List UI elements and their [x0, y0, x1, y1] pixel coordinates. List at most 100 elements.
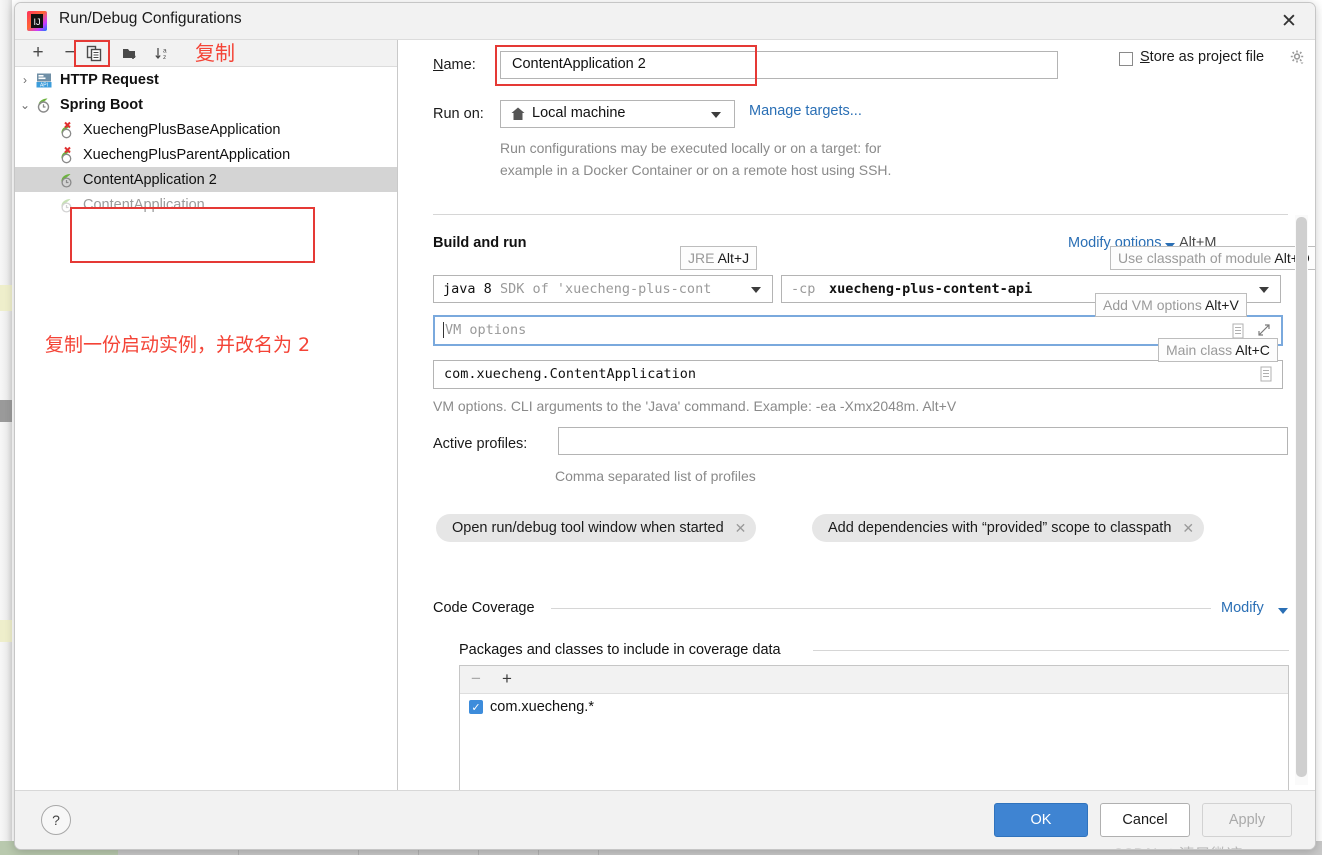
chevron-right-icon[interactable]: ›: [15, 73, 35, 87]
jre-value-sdk: SDK of 'xuecheng-plus-cont: [500, 281, 712, 297]
coverage-package-row[interactable]: ✓ com.xuecheng.*: [460, 694, 1288, 720]
run-on-select[interactable]: Local machine: [500, 100, 735, 128]
chevron-down-icon[interactable]: [1259, 287, 1269, 293]
svg-text:IJ: IJ: [33, 17, 40, 27]
section-divider: [551, 608, 1211, 609]
new-folder-icon[interactable]: [117, 42, 143, 64]
text-caret: [443, 322, 444, 338]
add-package-button[interactable]: +: [502, 669, 512, 689]
coverage-packages-box: − + ✓ com.xuecheng.*: [459, 665, 1289, 792]
store-as-project-file-label: Store as project file: [1140, 49, 1265, 65]
spring-boot-dim-icon: [58, 196, 80, 214]
active-profiles-label: Active profiles:: [433, 436, 528, 452]
close-icon[interactable]: ✕: [1269, 7, 1309, 35]
packages-section-title: Packages and classes to include in cover…: [459, 642, 781, 658]
tree-item-label: XuechengPlusBaseApplication: [83, 121, 281, 138]
tree-item-spring-boot[interactable]: ⌄ Spring Boot: [15, 92, 397, 117]
jre-tooltip: JRE Alt+J: [680, 246, 758, 270]
copy-button-annotation-box: [74, 40, 110, 67]
editor-scrollbar-thumb[interactable]: [1296, 217, 1307, 777]
tree-item-label: Spring Boot: [60, 96, 143, 113]
vm-tooltip-text: Add VM options: [1103, 297, 1205, 313]
browse-class-icon[interactable]: [1259, 366, 1273, 387]
tree-item-label: HTTP Request: [60, 71, 159, 88]
coverage-packages-toolbar: − +: [460, 666, 1288, 694]
classpath-module-value: xuecheng-plus-content-api: [829, 281, 1033, 297]
intellij-idea-icon: IJ: [26, 10, 48, 32]
chip-add-provided-dependencies[interactable]: Add dependencies with “provided” scope t…: [812, 514, 1205, 542]
dialog-footer: ? OK Cancel Apply CSDN @清风微凉 aaa: [15, 790, 1315, 849]
background-marker-yellow-1: [0, 285, 12, 311]
jre-value-version: java 8: [443, 281, 492, 297]
run-on-hint-line-1: Run configurations may be executed local…: [500, 140, 882, 156]
remove-package-button[interactable]: −: [471, 669, 481, 689]
configurations-left-panel: + − a z 复制 › API HTTP Request ⌄ Spring B…: [15, 40, 398, 811]
package-checkbox[interactable]: ✓: [469, 700, 483, 714]
configurations-toolbar: + − a z 复制: [15, 40, 397, 67]
package-label: com.xuecheng.*: [490, 699, 594, 715]
gear-icon[interactable]: [1289, 49, 1306, 71]
spring-boot-icon: [35, 96, 57, 114]
vm-options-help-text: VM options. CLI arguments to the 'Java' …: [433, 398, 957, 414]
section-divider: [433, 214, 1288, 215]
classpath-tooltip: Use classpath of module Alt+O: [1110, 246, 1315, 270]
tree-item-content-application-2[interactable]: ContentApplication 2: [15, 167, 397, 192]
svg-text:z: z: [163, 54, 166, 61]
jre-select[interactable]: java 8 SDK of 'xuecheng-plus-cont: [433, 275, 773, 303]
spring-boot-error-icon: [58, 121, 80, 139]
chevron-down-icon[interactable]: [711, 112, 721, 118]
dialog-title: Run/Debug Configurations: [59, 10, 242, 27]
chevron-down-icon[interactable]: ⌄: [15, 98, 35, 112]
main-class-tooltip: Main class Alt+C: [1158, 338, 1278, 362]
vm-options-input[interactable]: VM options: [433, 315, 1283, 346]
chip-label: Add dependencies with “provided” scope t…: [828, 520, 1172, 536]
chip-label: Open run/debug tool window when started: [452, 520, 724, 536]
build-and-run-header: Build and run: [433, 235, 527, 251]
chevron-down-icon[interactable]: [751, 287, 761, 293]
tree-item-http-request[interactable]: › API HTTP Request: [15, 67, 397, 92]
manage-targets-link[interactable]: Manage targets...: [749, 103, 862, 119]
main-class-tooltip-text: Main class: [1166, 342, 1236, 358]
tree-item-xuecheng-plus-parent-application[interactable]: XuechengPlusParentApplication: [15, 142, 397, 167]
main-class-tooltip-shortcut: Alt+C: [1235, 342, 1270, 358]
run-on-label: Run on:: [433, 106, 484, 122]
vm-tooltip-shortcut: Alt+V: [1204, 297, 1239, 313]
add-configuration-button[interactable]: +: [25, 42, 51, 64]
watermark: CSDN @清风微凉 aaa: [1112, 841, 1277, 849]
annotation-copy-label: 复制: [195, 41, 235, 65]
apply-button: Apply: [1202, 803, 1292, 837]
configurations-tree: › API HTTP Request ⌄ Spring Boot Xuechen…: [15, 67, 397, 757]
help-button[interactable]: ?: [41, 805, 71, 835]
chip-open-run-debug-tool-window[interactable]: Open run/debug tool window when started …: [436, 514, 757, 542]
home-icon: [510, 106, 526, 127]
cancel-button[interactable]: Cancel: [1100, 803, 1190, 837]
dialog-titlebar: IJ Run/Debug Configurations ✕: [15, 3, 1315, 39]
background-left-rail: [0, 0, 12, 855]
vm-options-placeholder: VM options: [445, 322, 527, 338]
tree-item-content-application[interactable]: ContentApplication: [15, 192, 397, 217]
tree-item-xuecheng-plus-base-application[interactable]: XuechengPlusBaseApplication: [15, 117, 397, 142]
dialog-content: + − a z 复制 › API HTTP Request ⌄ Spring B…: [15, 39, 1315, 811]
chevron-down-icon[interactable]: [1278, 608, 1288, 614]
classpath-tooltip-text: Use classpath of module: [1118, 250, 1275, 266]
sort-alphabetically-icon[interactable]: a z: [149, 42, 175, 64]
background-marker-yellow-2: [0, 620, 12, 642]
name-input[interactable]: ContentApplication 2: [500, 51, 1058, 79]
active-profiles-hint: Comma separated list of profiles: [555, 468, 756, 484]
vm-options-tooltip: Add VM options Alt+V: [1095, 293, 1247, 317]
active-profiles-input[interactable]: [558, 427, 1288, 455]
main-class-value: com.xuecheng.ContentApplication: [444, 366, 696, 382]
main-class-input[interactable]: com.xuecheng.ContentApplication: [433, 360, 1283, 389]
close-icon[interactable]: ✕: [1182, 520, 1194, 537]
jre-tooltip-text: JRE: [688, 250, 718, 266]
section-divider: [813, 650, 1289, 651]
tree-item-label: ContentApplication 2: [83, 171, 217, 188]
store-as-project-file-checkbox[interactable]: [1119, 52, 1133, 66]
tree-item-label: ContentApplication: [83, 196, 205, 213]
code-coverage-modify-link[interactable]: Modify: [1221, 600, 1264, 616]
name-input-value: ContentApplication 2: [512, 56, 646, 72]
name-label: Name:: [433, 57, 476, 73]
ok-button[interactable]: OK: [994, 803, 1088, 837]
run-debug-configurations-dialog: IJ Run/Debug Configurations ✕ + − a z 复制…: [14, 2, 1316, 850]
close-icon[interactable]: ✕: [735, 520, 747, 537]
